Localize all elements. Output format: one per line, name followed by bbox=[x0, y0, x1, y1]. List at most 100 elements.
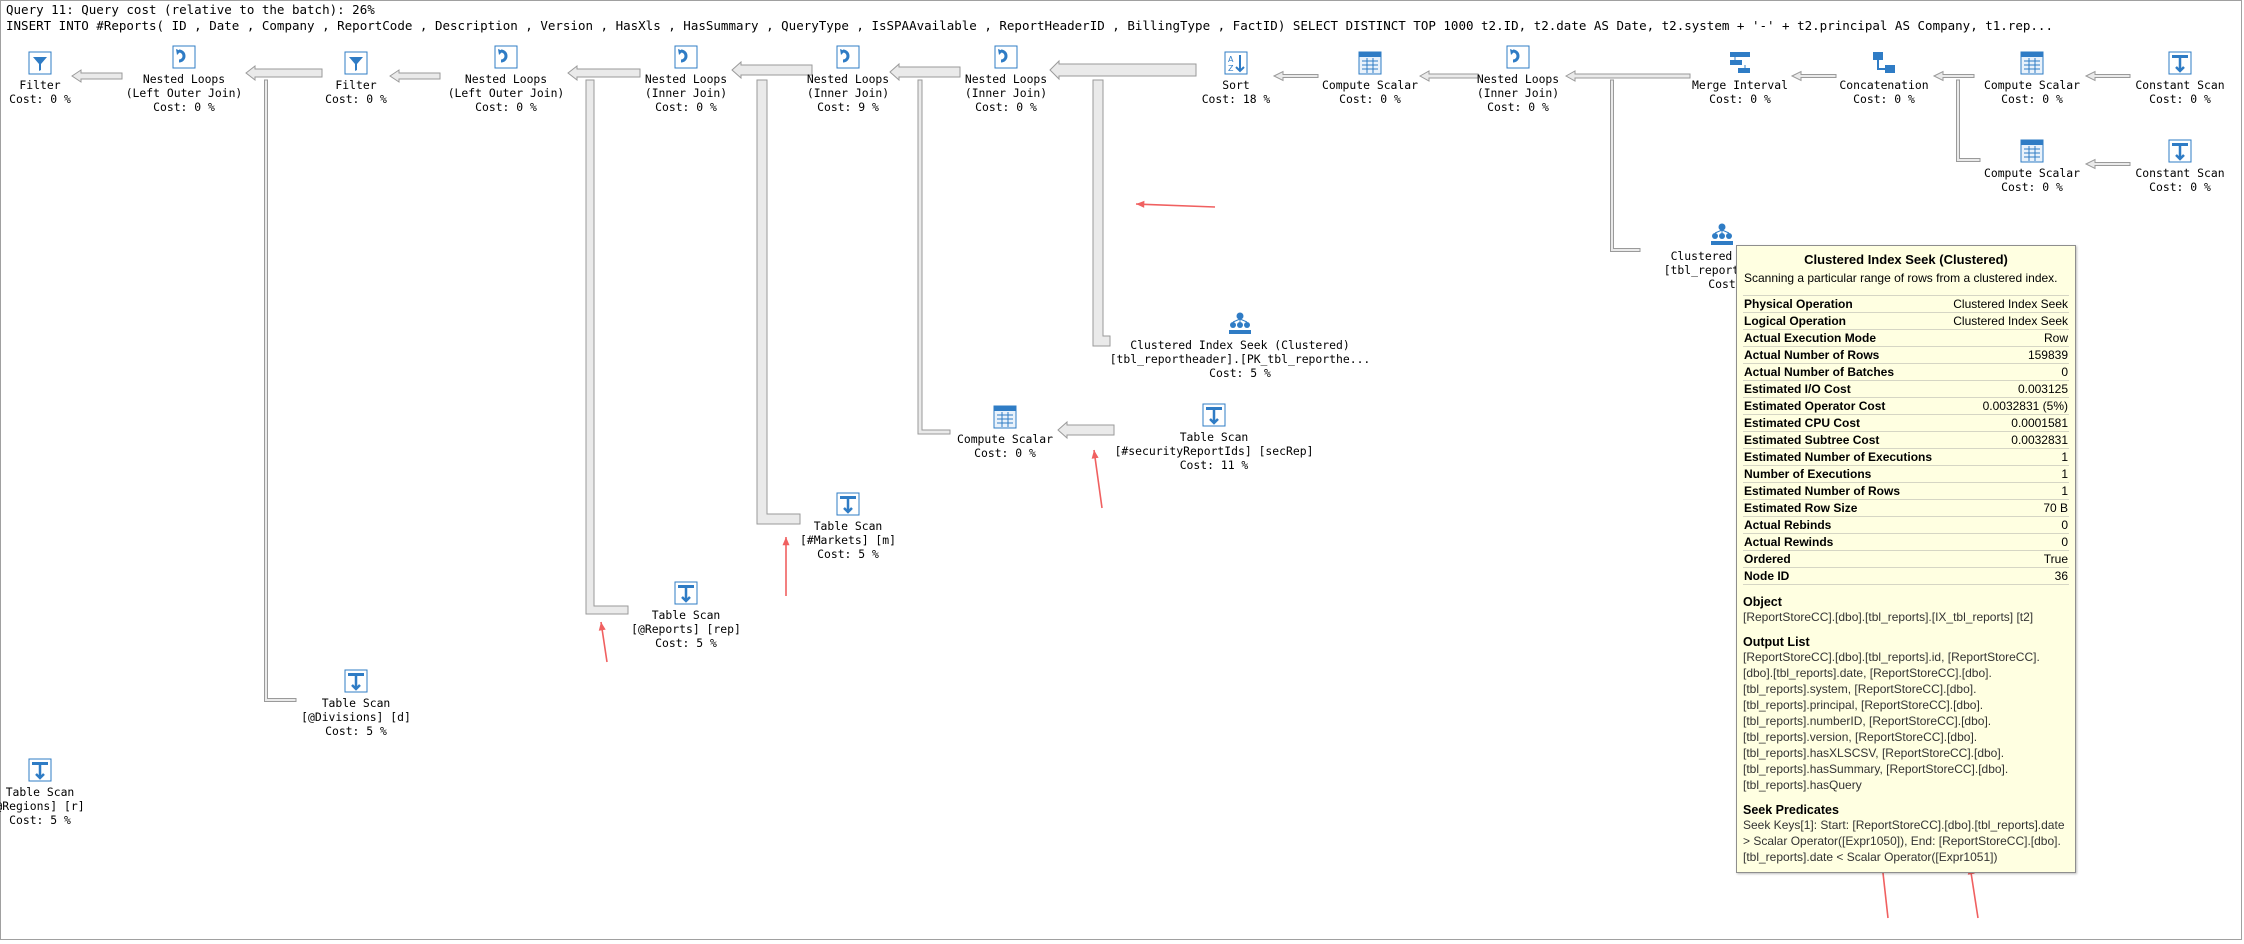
plan-node-ts_div[interactable]: Table Scan [@Divisions] [d] Cost: 5 % bbox=[196, 668, 516, 738]
tooltip-row: Estimated Row Size 70 B bbox=[1743, 499, 2069, 517]
plan-node-ts_sec[interactable]: Table Scan [#securityReportIds] [secRep] C… bbox=[1054, 402, 1374, 472]
table-scan-icon bbox=[836, 492, 860, 516]
seek-predicate-line: Seek Keys[1]: Start: [ReportStoreCC].[db… bbox=[1743, 818, 2065, 832]
plan-node-cis_rh[interactable]: Clustered Index Seek (Clustered) [tbl_rep… bbox=[1080, 310, 1400, 380]
plan-node-label: Cost: 5 % bbox=[817, 546, 879, 561]
plan-node-label: Cost: 5 % bbox=[1209, 365, 1271, 380]
property-value: 1 bbox=[1944, 448, 2069, 466]
seek-predicate-line: [tbl_reports].date < Scalar Operator([Ex… bbox=[1743, 850, 1998, 864]
tooltip-properties: Physical Operation Clustered Index Seek Lo… bbox=[1743, 295, 2069, 585]
property-value: 1 bbox=[1944, 482, 2069, 500]
plan-node-label: Table Scan bbox=[813, 519, 883, 533]
property-value: Clustered Index Seek bbox=[1944, 312, 2069, 330]
property-name: Actual Number of Batches bbox=[1743, 363, 1945, 381]
tooltip-row: Estimated I/O Cost 0.003125 bbox=[1743, 380, 2069, 398]
plan-node-label: Constant Scan bbox=[2135, 78, 2225, 92]
property-name: Estimated Number of Executions bbox=[1743, 448, 1945, 466]
compute-scalar-icon bbox=[993, 405, 1017, 429]
tooltip-row: Estimated Number of Executions 1 bbox=[1743, 448, 2069, 466]
property-name: Actual Rebinds bbox=[1743, 516, 1945, 534]
output-list-line: [tbl_reports].version, [ReportStoreCC].[… bbox=[1743, 730, 1978, 744]
plan-node-label: Cost: 5 % bbox=[655, 635, 717, 650]
plan-node-label: [@Divisions] [d] bbox=[301, 709, 411, 724]
seek-predicate-line: > Scalar Operator([Expr1050]), End: [Rep… bbox=[1743, 834, 2061, 848]
property-name: Physical Operation bbox=[1743, 295, 1945, 313]
plan-node-label: Cost: 5 % bbox=[325, 723, 387, 738]
plan-node-label: Constant Scan bbox=[2135, 166, 2225, 180]
output-list-heading: Output List bbox=[1743, 635, 1810, 649]
constant-scan-icon bbox=[2168, 139, 2192, 163]
tooltip-row: Estimated Operator Cost 0.0032831 (5%) bbox=[1743, 397, 2069, 415]
property-value: 0.0032831 (5%) bbox=[1944, 397, 2069, 415]
plan-node-label: [#Markets] [m] bbox=[799, 532, 896, 547]
property-value: 0.0001581 bbox=[1944, 414, 2069, 432]
tooltip-description: Scanning a particular range of rows from… bbox=[1744, 271, 2058, 285]
plan-node-label: Table Scan bbox=[321, 696, 391, 710]
property-value: 0.0032831 bbox=[1944, 431, 2069, 449]
property-name: Logical Operation bbox=[1743, 312, 1945, 330]
property-name: Actual Number of Rows bbox=[1743, 346, 1945, 364]
seek-predicates: Seek Keys[1]: Start: [ReportStoreCC].[db… bbox=[1743, 817, 2069, 865]
plan-edge bbox=[756, 79, 801, 525]
plan-node-const2[interactable]: Constant Scan Cost: 0 % bbox=[2020, 138, 2244, 195]
property-name: Node ID bbox=[1743, 567, 1945, 585]
property-value: 0 bbox=[1944, 516, 2069, 534]
nested-loops-icon bbox=[172, 45, 196, 69]
plan-node-label: [#securityReportIds] [secRep] bbox=[1114, 443, 1314, 458]
property-name: Estimated Operator Cost bbox=[1743, 397, 1945, 415]
annotation-arrow bbox=[1135, 203, 1216, 208]
seek-predicates-heading: Seek Predicates bbox=[1743, 803, 1839, 817]
output-list-line: [ReportStoreCC].[dbo].[tbl_reports].id, … bbox=[1743, 650, 2040, 664]
tooltip-row: Estimated CPU Cost 0.0001581 bbox=[1743, 414, 2069, 432]
tooltip-row: Number of Executions 1 bbox=[1743, 465, 2069, 483]
property-name: Estimated Number of Rows bbox=[1743, 482, 1945, 500]
plan-node-ts_rep[interactable]: Table Scan [@Reports] [rep] Cost: 5 % bbox=[526, 580, 846, 650]
tooltip-title: Clustered Index Seek (Clustered) bbox=[1804, 252, 2008, 267]
plan-node-label: Table Scan bbox=[5, 785, 75, 799]
object-value: [ReportStoreCC].[dbo].[tbl_reports].[IX_… bbox=[1743, 610, 2034, 624]
tooltip-row: Logical Operation Clustered Index Seek bbox=[1743, 312, 2069, 330]
object-heading: Object bbox=[1743, 595, 1782, 609]
output-list-line: [tbl_reports].hasQuery bbox=[1743, 778, 1862, 792]
output-list-line: [tbl_reports].principal, [ReportStoreCC]… bbox=[1743, 698, 1984, 712]
property-value: 0 bbox=[1944, 533, 2069, 551]
property-name: Estimated I/O Cost bbox=[1743, 380, 1945, 398]
property-name: Number of Executions bbox=[1743, 465, 1945, 483]
nested-loops-icon bbox=[494, 45, 518, 69]
tooltip-row: Actual Execution Mode Row bbox=[1743, 329, 2069, 347]
property-name: Estimated Row Size bbox=[1743, 499, 1945, 517]
property-value: True bbox=[1944, 550, 2069, 568]
nested-loops-icon bbox=[1506, 45, 1530, 69]
plan-node-const1[interactable]: Constant Scan Cost: 0 % bbox=[2020, 50, 2244, 107]
operator-tooltip: Clustered Index Seek (Clustered) Scannin… bbox=[1736, 245, 2076, 873]
plan-node-ts_reg[interactable]: Table Scan @Regions] [r] Cost: 5 % bbox=[0, 757, 200, 827]
output-list-line: [tbl_reports].system, [ReportStoreCC].[d… bbox=[1743, 682, 1977, 696]
plan-edge bbox=[1092, 79, 1111, 347]
tooltip-row: Actual Rebinds 0 bbox=[1743, 516, 2069, 534]
plan-edge bbox=[917, 79, 951, 435]
plan-node-label: @Regions] [r] bbox=[0, 798, 85, 813]
plan-node-label: Table Scan bbox=[1179, 430, 1249, 444]
plan-node-ts_mkt[interactable]: Table Scan [#Markets] [m] Cost: 5 % bbox=[688, 491, 1008, 561]
output-list-line: [tbl_reports].hasXLSCSV, [ReportStoreCC]… bbox=[1743, 746, 2005, 760]
tooltip-row: Actual Number of Rows 159839 bbox=[1743, 346, 2069, 364]
clustered-index-seek-icon bbox=[1229, 312, 1251, 334]
property-value: Row bbox=[1944, 329, 2069, 347]
tooltip-row: Actual Rewinds 0 bbox=[1743, 533, 2069, 551]
plan-node-label: Table Scan bbox=[651, 608, 721, 622]
output-list: [ReportStoreCC].[dbo].[tbl_reports].id, … bbox=[1743, 649, 2069, 793]
property-name: Actual Rewinds bbox=[1743, 533, 1945, 551]
tooltip-row: Actual Number of Batches 0 bbox=[1743, 363, 2069, 381]
property-value: Clustered Index Seek bbox=[1944, 295, 2069, 313]
plan-node-label: [tbl_reportheader].[PK_tbl_reporthe... bbox=[1109, 351, 1371, 366]
annotation-arrowhead bbox=[1136, 200, 1145, 208]
plan-node-label: Clustered Index Seek (Clustered) bbox=[1130, 338, 1350, 352]
tooltip-row: Estimated Subtree Cost 0.0032831 bbox=[1743, 431, 2069, 449]
property-value: 70 B bbox=[1944, 499, 2069, 517]
plan-node-label: Cost: 0 % bbox=[2149, 91, 2211, 106]
property-name: Ordered bbox=[1743, 550, 1945, 568]
tooltip-row: Physical Operation Clustered Index Seek bbox=[1743, 295, 2069, 313]
property-name: Actual Execution Mode bbox=[1743, 329, 1945, 347]
property-value: 0 bbox=[1944, 363, 2069, 381]
property-name: Estimated CPU Cost bbox=[1743, 414, 1945, 432]
